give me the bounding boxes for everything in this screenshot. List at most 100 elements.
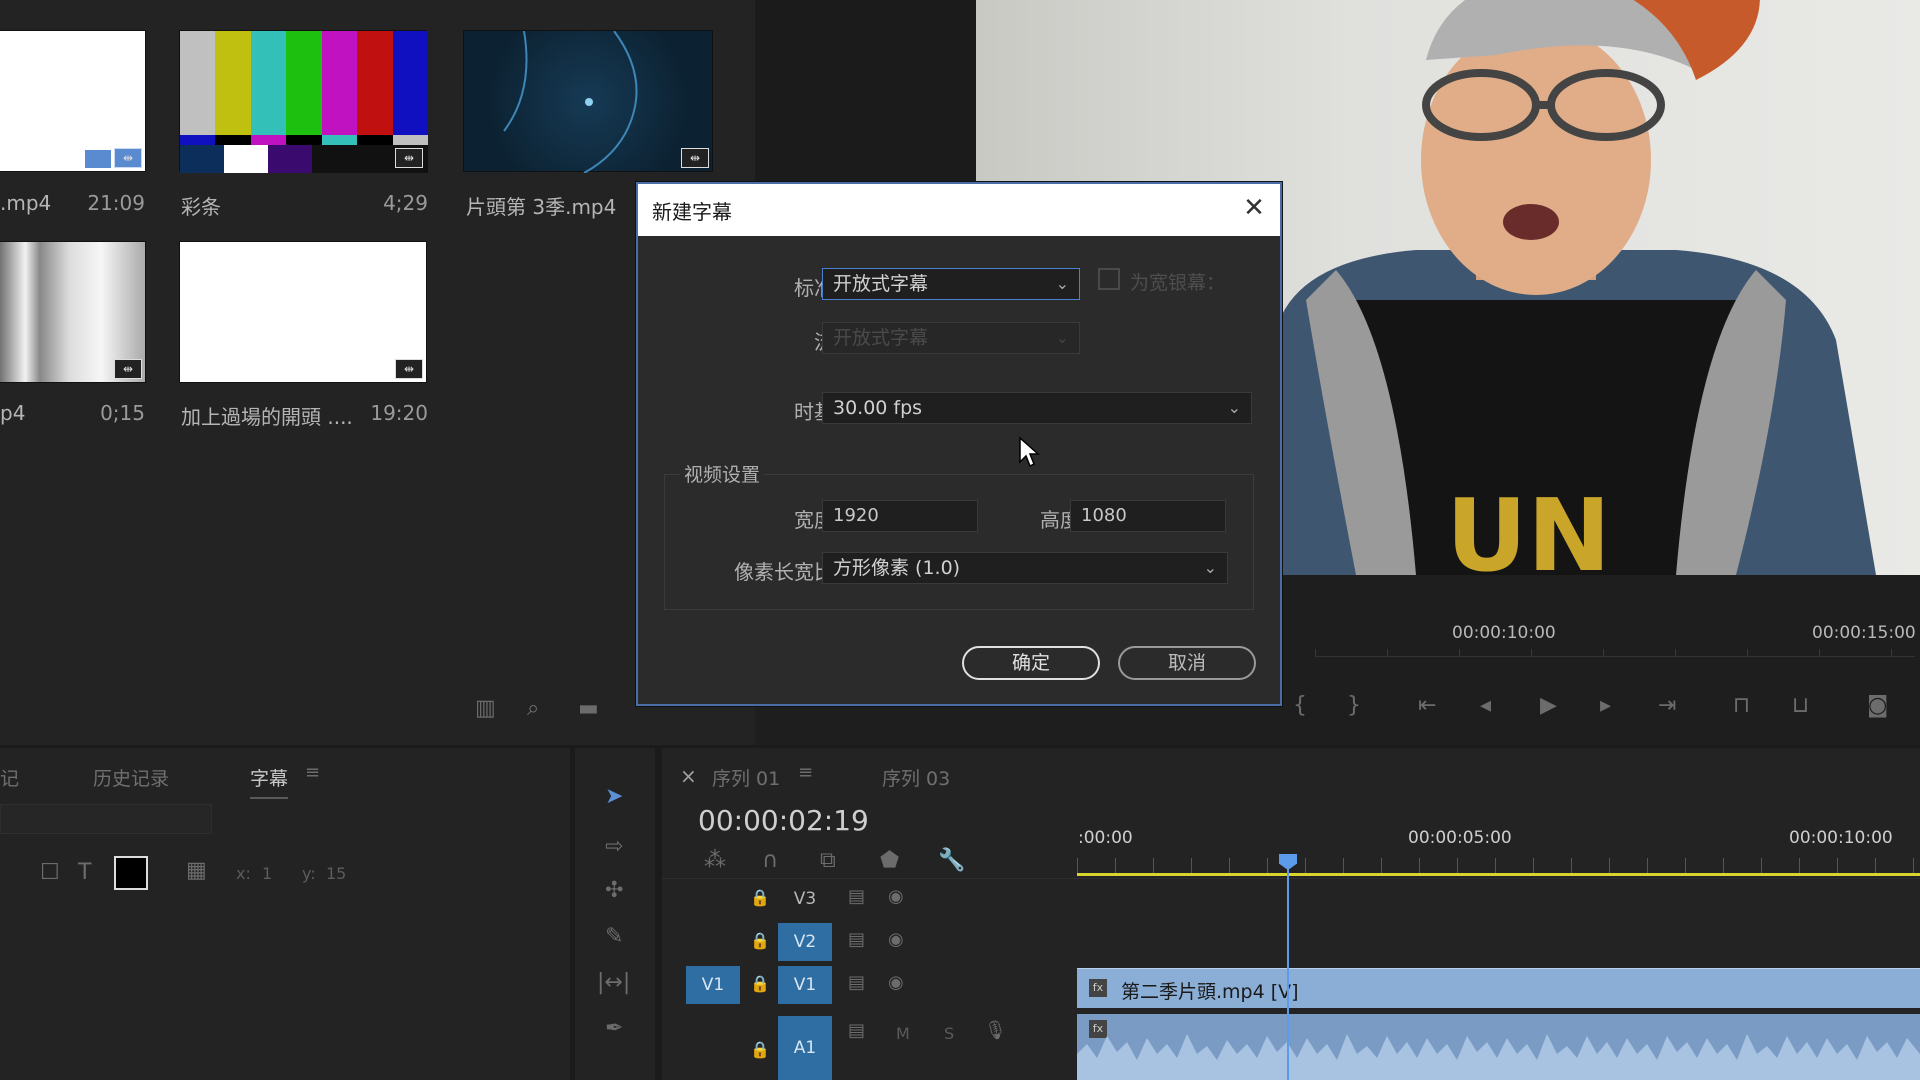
solo-button[interactable]: S xyxy=(944,1024,954,1043)
slip-tool-icon[interactable]: |↔| xyxy=(597,970,630,995)
settings-wrench-icon[interactable]: 🔧 xyxy=(938,848,965,873)
color-swatch[interactable] xyxy=(114,856,148,890)
clip-thumbnail[interactable]: ⇹ xyxy=(0,30,146,172)
nest-icon[interactable]: ⁂ xyxy=(704,848,726,873)
pen-tool-icon[interactable]: ✒ xyxy=(605,1016,623,1041)
new-bin-icon[interactable]: ▬ xyxy=(578,696,599,721)
sync-lock-icon[interactable]: ▤ xyxy=(848,972,865,993)
sync-lock-icon[interactable]: ▤ xyxy=(848,929,865,950)
lock-icon[interactable]: 🔒 xyxy=(750,931,770,950)
tab-partial[interactable]: 记 xyxy=(0,764,19,791)
clip-name: 片頭第 3季.mp4 xyxy=(466,195,617,219)
panel-menu-icon[interactable]: ≡ xyxy=(305,762,320,783)
timeline-panel: × 序列 01 ≡ 序列 03 00:00:02:19 ⁂ ∩ ⧉ ⬟ 🔧 :0… xyxy=(662,748,1920,1080)
step-forward-icon[interactable]: ▸ xyxy=(1600,693,1611,718)
ok-button[interactable]: 确定 xyxy=(962,646,1100,680)
linked-selection-icon[interactable]: ⧉ xyxy=(820,848,836,873)
pixel-aspect-value: 方形像素 (1.0) xyxy=(833,557,961,579)
clip-label: 第二季片頭.mp4 [V] xyxy=(1121,981,1299,1003)
add-marker-icon[interactable]: ⬟ xyxy=(880,848,899,873)
standard-select[interactable]: 开放式字幕 ⌄ xyxy=(822,268,1080,300)
tab-captions[interactable]: 字幕 xyxy=(250,764,289,799)
timeline-timecode[interactable]: 00:00:02:19 xyxy=(698,804,869,837)
play-icon[interactable]: ▶ xyxy=(1540,693,1557,718)
track-select-icon[interactable]: ⇨ xyxy=(605,834,623,859)
lock-icon[interactable]: 🔒 xyxy=(750,1040,770,1059)
timeline-ruler[interactable] xyxy=(1077,858,1920,874)
panel-menu-icon[interactable]: ≡ xyxy=(798,762,813,783)
dialog-titlebar[interactable]: 新建字幕 ✕ xyxy=(638,184,1280,236)
tab-history[interactable]: 历史记录 xyxy=(93,764,169,791)
snap-icon[interactable]: ∩ xyxy=(762,848,778,873)
height-field[interactable]: 1080 xyxy=(1070,500,1226,532)
close-icon[interactable]: × xyxy=(680,764,697,788)
track-header-v1: V1 🔒 V1 ▤ ◉ xyxy=(662,966,1077,1006)
y-label: y: xyxy=(302,864,316,883)
chevron-down-icon: ⌄ xyxy=(1203,558,1217,577)
mark-in-icon[interactable]: { xyxy=(1293,693,1307,718)
track-target-v3[interactable]: V3 xyxy=(778,880,832,918)
go-to-out-icon[interactable]: ⇥ xyxy=(1658,693,1676,718)
x-label: x: xyxy=(236,864,251,883)
cancel-button[interactable]: 取消 xyxy=(1118,646,1256,680)
work-area-bar[interactable] xyxy=(1077,873,1920,876)
ruler-mark: 00:00:10:00 xyxy=(1789,828,1893,848)
tools-panel: ➤ ⇨ ✣ ✎ |↔| ✒ xyxy=(575,748,655,1080)
video-clip[interactable]: fx 第二季片頭.mp4 [V] xyxy=(1077,968,1920,1008)
caption-dropdown[interactable] xyxy=(0,804,212,834)
track-target-v2[interactable]: V2 xyxy=(778,923,832,961)
lock-icon[interactable]: 🔒 xyxy=(750,888,770,907)
grid-icon[interactable]: ▦ xyxy=(186,858,207,883)
width-field[interactable]: 1920 xyxy=(822,500,978,532)
x-value[interactable]: 1 xyxy=(262,864,272,883)
go-to-in-icon[interactable]: ⇤ xyxy=(1418,693,1436,718)
sync-lock-icon[interactable]: ▤ xyxy=(848,1020,865,1041)
clip-badge-icon: ⇹ xyxy=(114,148,142,168)
source-patch-v1[interactable]: V1 xyxy=(686,966,740,1004)
playhead[interactable] xyxy=(1279,854,1297,1080)
export-frame-icon[interactable]: ◙ xyxy=(1867,693,1888,718)
lock-icon[interactable]: 🔒 xyxy=(750,974,770,993)
clip-thumbnail[interactable]: ⇹ xyxy=(463,30,713,173)
color-bars-thumbnail[interactable]: ⇹ xyxy=(179,30,428,173)
step-back-icon[interactable]: ◂ xyxy=(1480,693,1491,718)
tab-sequence-01[interactable]: 序列 01 xyxy=(712,764,780,791)
ripple-edit-icon[interactable]: ✣ xyxy=(605,878,623,903)
eye-icon[interactable]: ◉ xyxy=(888,929,904,950)
y-value[interactable]: 15 xyxy=(326,864,346,883)
razor-tool-icon[interactable]: ✎ xyxy=(605,924,623,949)
mute-button[interactable]: M xyxy=(896,1024,910,1043)
video-settings-group xyxy=(664,474,1254,610)
captions-panel: 记 历史记录 字幕 ≡ ☐ T ▦ x: 1 y: 15 xyxy=(0,748,570,1080)
eye-icon[interactable]: ◉ xyxy=(888,886,904,907)
clip-duration: 0;15 xyxy=(100,401,145,425)
clip-badge-icon: ⇹ xyxy=(114,359,142,379)
clip-duration: 19:20 xyxy=(370,401,428,425)
timebase-select[interactable]: 30.00 fps ⌄ xyxy=(822,392,1252,424)
track-header-v3: 🔒 V3 ▤ ◉ xyxy=(662,880,1077,920)
audio-clip[interactable]: fx xyxy=(1077,1014,1920,1080)
mark-out-icon[interactable]: } xyxy=(1347,693,1361,718)
rectangle-tool-icon[interactable]: ☐ xyxy=(40,860,60,885)
search-icon[interactable]: ⌕ xyxy=(527,696,539,721)
program-ruler[interactable] xyxy=(1315,649,1915,657)
track-target-v1[interactable]: V1 xyxy=(778,966,832,1004)
selection-tool-icon[interactable]: ➤ xyxy=(605,784,623,809)
sync-lock-icon[interactable]: ▤ xyxy=(848,886,865,907)
stream-value: 开放式字幕 xyxy=(833,327,929,349)
close-icon[interactable]: ✕ xyxy=(1238,192,1270,224)
extract-icon[interactable]: ⊔ xyxy=(1792,693,1809,718)
storyboard-icon[interactable]: ▥ xyxy=(475,696,496,721)
eye-icon[interactable]: ◉ xyxy=(888,972,904,993)
pixel-aspect-select[interactable]: 方形像素 (1.0) ⌄ xyxy=(822,552,1228,584)
widescreen-checkbox[interactable] xyxy=(1098,268,1120,290)
clip-preview-art xyxy=(503,31,638,173)
track-target-a1[interactable]: A1 xyxy=(778,1016,832,1080)
clip-thumbnail[interactable]: ⇹ xyxy=(0,241,146,383)
lift-icon[interactable]: ⊓ xyxy=(1733,693,1750,718)
new-caption-dialog: 新建字幕 ✕ 标准： 开放式字幕 ⌄ 为宽银幕： 流： 开放式字幕 ⌄ 时基： … xyxy=(636,182,1282,706)
tab-sequence-03[interactable]: 序列 03 xyxy=(882,764,950,791)
microphone-icon[interactable]: 🎙 xyxy=(984,1020,1007,1041)
clip-thumbnail[interactable]: ⇹ xyxy=(179,241,427,383)
text-tool-icon[interactable]: T xyxy=(78,860,91,885)
